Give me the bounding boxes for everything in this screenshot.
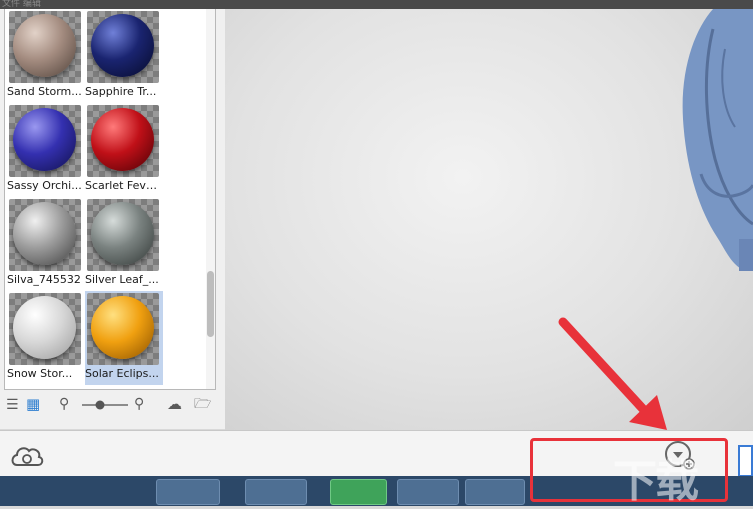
material-tile[interactable]: Silva_745532 — [7, 197, 85, 291]
taskbar-item[interactable] — [465, 479, 525, 505]
material-thumbnail — [87, 293, 159, 365]
3d-viewport[interactable] — [225, 9, 753, 430]
material-sphere — [91, 202, 154, 265]
material-label: Silva_745532 — [7, 273, 81, 286]
list-view-icon[interactable]: ☰ — [6, 397, 19, 413]
zoom-in-icon[interactable]: ⚲ — [134, 396, 144, 412]
material-sphere — [13, 14, 76, 77]
zoom-out-icon[interactable]: ⚲ — [59, 396, 69, 412]
material-sphere — [13, 202, 76, 265]
material-sphere — [13, 296, 76, 359]
material-tile[interactable]: Sassy Orchi... — [7, 103, 85, 197]
library-scrollbar[interactable] — [206, 9, 215, 389]
taskbar-item[interactable] — [156, 479, 220, 505]
material-sphere — [13, 108, 76, 171]
material-thumbnail — [87, 105, 159, 177]
material-tile[interactable]: Snow Stor... — [7, 291, 85, 385]
annotation-arrow — [558, 317, 667, 430]
material-label: Sand Storm... — [7, 85, 82, 98]
material-label: Snow Stor... — [7, 367, 73, 380]
material-tile[interactable]: Silver Leaf_... — [85, 197, 163, 291]
material-thumbnail — [9, 105, 81, 177]
cloud-upload-icon[interactable]: ☁ — [167, 396, 182, 412]
library-toolbar: ☰ ▦ ⚲ ⚲ ☁ 🗁 — [4, 395, 219, 417]
material-thumbnail — [87, 11, 159, 83]
material-sphere — [91, 296, 154, 359]
material-tile-selected[interactable]: Solar Eclips... — [85, 291, 163, 385]
taskbar-item[interactable] — [330, 479, 387, 505]
material-thumbnail — [9, 11, 81, 83]
thumbnail-size-slider[interactable] — [80, 399, 130, 411]
material-thumbnail — [9, 293, 81, 365]
title-bar: 文件 编辑 — [0, 0, 753, 9]
material-sphere — [91, 108, 154, 171]
material-tile[interactable]: Sand Storm... — [7, 9, 85, 103]
taskbar-item[interactable] — [397, 479, 459, 505]
material-label: Solar Eclips... — [85, 367, 159, 380]
material-sphere — [91, 14, 154, 77]
material-thumbnail — [9, 199, 81, 271]
side-tab[interactable] — [738, 445, 753, 477]
material-thumbnail — [87, 199, 159, 271]
material-label: Sapphire Tr... — [85, 85, 157, 98]
scrollbar-thumb[interactable] — [207, 271, 214, 337]
material-grid: Sand Storm... Sapphire Tr... Sassy Orchi… — [4, 9, 216, 390]
material-label: Scarlet Feve... — [85, 179, 163, 192]
material-library-panel: Sand Storm... Sapphire Tr... Sassy Orchi… — [0, 9, 225, 429]
material-label: Sassy Orchi... — [7, 179, 82, 192]
grid-view-icon[interactable]: ▦ — [26, 396, 40, 412]
taskbar-item[interactable] — [245, 479, 307, 505]
material-label: Silver Leaf_... — [85, 273, 159, 286]
cloud-library-icon[interactable] — [9, 441, 45, 471]
folder-refresh-icon[interactable]: 🗁 — [194, 396, 211, 412]
site-watermark: 下载 — [613, 456, 699, 507]
material-tile[interactable]: Sapphire Tr... — [85, 9, 163, 103]
material-tile[interactable]: Scarlet Feve... — [85, 103, 163, 197]
